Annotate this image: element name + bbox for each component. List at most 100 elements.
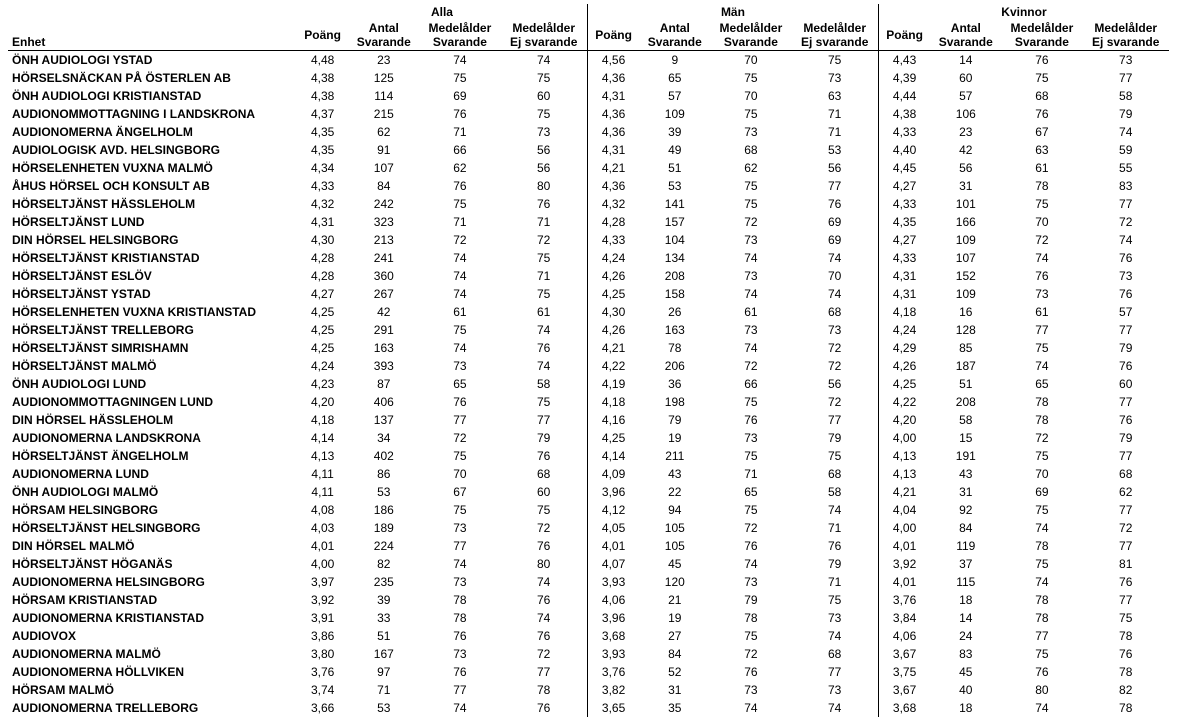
cell: 105 <box>639 537 710 555</box>
cell: 31 <box>930 483 1001 501</box>
cell: 69 <box>791 213 878 231</box>
cell: 4,01 <box>878 537 930 555</box>
cell: 76 <box>500 699 587 717</box>
unit-name: AUDIONOMERNA LUND <box>8 465 297 483</box>
cell: 75 <box>710 627 791 645</box>
cell: 70 <box>1001 213 1082 231</box>
cell: 73 <box>710 321 791 339</box>
cell: 4,23 <box>297 375 348 393</box>
cell: 70 <box>710 51 791 70</box>
cell: 109 <box>930 285 1001 303</box>
cell: 4,08 <box>297 501 348 519</box>
cell: 23 <box>348 51 419 70</box>
cell: 4,03 <box>297 519 348 537</box>
cell: 4,11 <box>297 483 348 501</box>
cell: 77 <box>419 411 500 429</box>
unit-name: HÖRSELTJÄNST TRELLEBORG <box>8 321 297 339</box>
cell: 74 <box>419 267 500 285</box>
cell: 75 <box>500 105 587 123</box>
unit-name: AUDIONOMERNA ÄNGELHOLM <box>8 123 297 141</box>
table-row: AUDIOLOGISK AVD. HELSINGBORG4,359166564,… <box>8 141 1169 159</box>
cell: 87 <box>348 375 419 393</box>
cell: 4,27 <box>878 231 930 249</box>
cell: 75 <box>419 321 500 339</box>
cell: 73 <box>791 609 878 627</box>
cell: 4,25 <box>587 429 639 447</box>
cell: 72 <box>1082 213 1169 231</box>
cell: 4,12 <box>587 501 639 519</box>
cell: 51 <box>639 159 710 177</box>
cell: 85 <box>930 339 1001 357</box>
unit-name: HÖRSAM HELSINGBORG <box>8 501 297 519</box>
cell: 77 <box>1082 447 1169 465</box>
group-alla: Alla <box>297 4 587 20</box>
cell: 78 <box>500 681 587 699</box>
cell: 14 <box>930 51 1001 70</box>
cell: 74 <box>710 285 791 303</box>
cell: 77 <box>1001 627 1082 645</box>
cell: 4,32 <box>297 195 348 213</box>
cell: 76 <box>1001 267 1082 285</box>
cell: 186 <box>348 501 419 519</box>
header-blank <box>8 4 297 20</box>
cell: 75 <box>419 195 500 213</box>
cell: 56 <box>791 159 878 177</box>
header-antal: AntalSvarande <box>639 20 710 51</box>
cell: 65 <box>1001 375 1082 393</box>
cell: 71 <box>348 681 419 699</box>
cell: 3,96 <box>587 483 639 501</box>
cell: 75 <box>710 69 791 87</box>
cell: 73 <box>710 231 791 249</box>
cell: 4,00 <box>297 555 348 573</box>
cell: 80 <box>1001 681 1082 699</box>
cell: 79 <box>791 555 878 573</box>
cell: 22 <box>639 483 710 501</box>
cell: 77 <box>500 663 587 681</box>
cell: 75 <box>419 501 500 519</box>
cell: 4,36 <box>587 177 639 195</box>
cell: 4,33 <box>878 123 930 141</box>
unit-name: HÖRSELTJÄNST ÄNGELHOLM <box>8 447 297 465</box>
cell: 75 <box>710 501 791 519</box>
unit-name: HÖRSELTJÄNST LUND <box>8 213 297 231</box>
header-medel-ej: MedelålderEj svarande <box>791 20 878 51</box>
cell: 4,30 <box>587 303 639 321</box>
cell: 76 <box>500 627 587 645</box>
cell: 76 <box>1082 645 1169 663</box>
cell: 27 <box>639 627 710 645</box>
cell: 62 <box>710 159 791 177</box>
cell: 67 <box>419 483 500 501</box>
cell: 76 <box>1082 285 1169 303</box>
cell: 37 <box>930 555 1001 573</box>
unit-name: AUDIONOMERNA TRELLEBORG <box>8 699 297 717</box>
cell: 69 <box>419 87 500 105</box>
cell: 3,92 <box>297 591 348 609</box>
cell: 39 <box>348 591 419 609</box>
cell: 4,25 <box>297 321 348 339</box>
cell: 78 <box>1001 609 1082 627</box>
cell: 39 <box>639 123 710 141</box>
cell: 73 <box>710 429 791 447</box>
header-enhet: Enhet <box>8 20 297 51</box>
cell: 109 <box>639 105 710 123</box>
cell: 4,33 <box>878 249 930 267</box>
unit-name: HÖRSELTJÄNST KRISTIANSTAD <box>8 249 297 267</box>
cell: 72 <box>500 519 587 537</box>
cell: 4,43 <box>878 51 930 70</box>
table-row: AUDIONOMERNA KRISTIANSTAD3,913378743,961… <box>8 609 1169 627</box>
cell: 68 <box>791 303 878 321</box>
cell: 74 <box>419 285 500 303</box>
cell: 75 <box>500 285 587 303</box>
cell: 78 <box>1082 627 1169 645</box>
cell: 76 <box>419 663 500 681</box>
data-table: Alla Män Kvinnor Enhet Poäng AntalSvaran… <box>8 4 1169 717</box>
table-row: AUDIONOMERNA ÄNGELHOLM4,356271734,363973… <box>8 123 1169 141</box>
cell: 42 <box>348 303 419 321</box>
table-row: HÖRSELTJÄNST LUND4,3132371714,2815772694… <box>8 213 1169 231</box>
cell: 79 <box>1082 429 1169 447</box>
table-row: AUDIONOMMOTTAGNINGEN LUND4,2040676754,18… <box>8 393 1169 411</box>
cell: 60 <box>500 87 587 105</box>
cell: 4,28 <box>297 267 348 285</box>
cell: 57 <box>639 87 710 105</box>
cell: 75 <box>1001 339 1082 357</box>
